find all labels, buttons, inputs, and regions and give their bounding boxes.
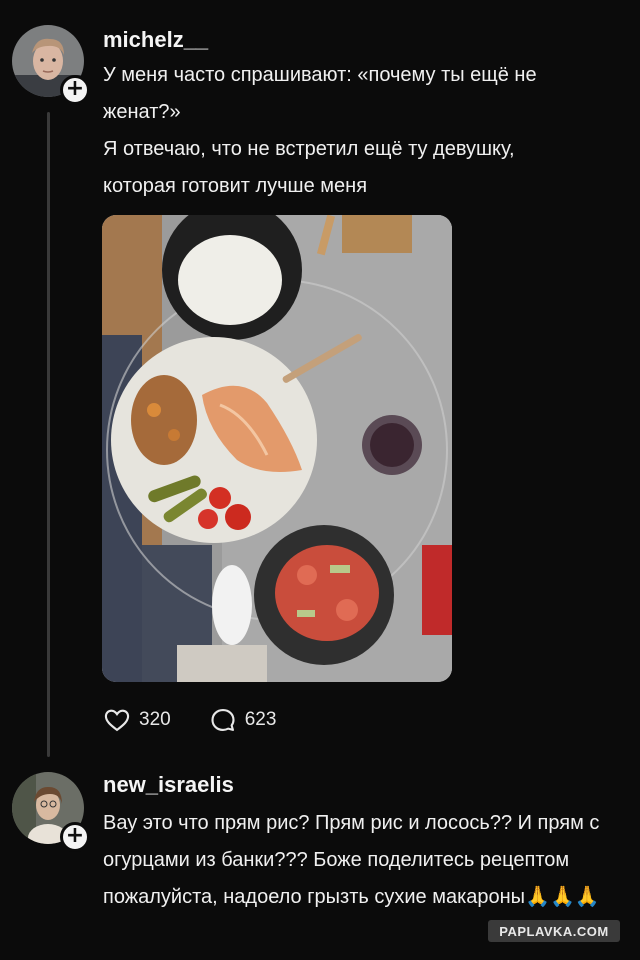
post-paragraph-1: У меня часто спрашивают: «почему ты ещё … xyxy=(103,64,537,123)
reply-text: Вау это что прям рис? Прям рис и лосось?… xyxy=(103,812,600,908)
reply-follow-plus-icon[interactable]: + xyxy=(60,822,90,852)
post-photo[interactable] xyxy=(102,215,452,682)
speech-bubble-icon xyxy=(211,709,235,731)
post-actions: 320 623 xyxy=(103,703,314,737)
post-paragraph-2: Я отвечаю, что не встретил ещё ту девушк… xyxy=(103,138,515,197)
thread-connector-line xyxy=(47,112,50,757)
post-username[interactable]: michelz__ xyxy=(103,27,208,53)
like-count: 320 xyxy=(139,709,171,730)
follow-plus-icon[interactable]: + xyxy=(60,75,90,105)
post-text: У меня часто спрашивают: «почему ты ещё … xyxy=(103,57,618,205)
comment-button[interactable]: 623 xyxy=(209,706,277,734)
watermark: PAPLAVKA.COM xyxy=(488,920,620,942)
comment-count: 623 xyxy=(244,709,277,730)
reply-username[interactable]: new_israelis xyxy=(103,772,234,798)
heart-icon xyxy=(104,709,130,732)
like-button[interactable]: 320 xyxy=(103,706,171,734)
